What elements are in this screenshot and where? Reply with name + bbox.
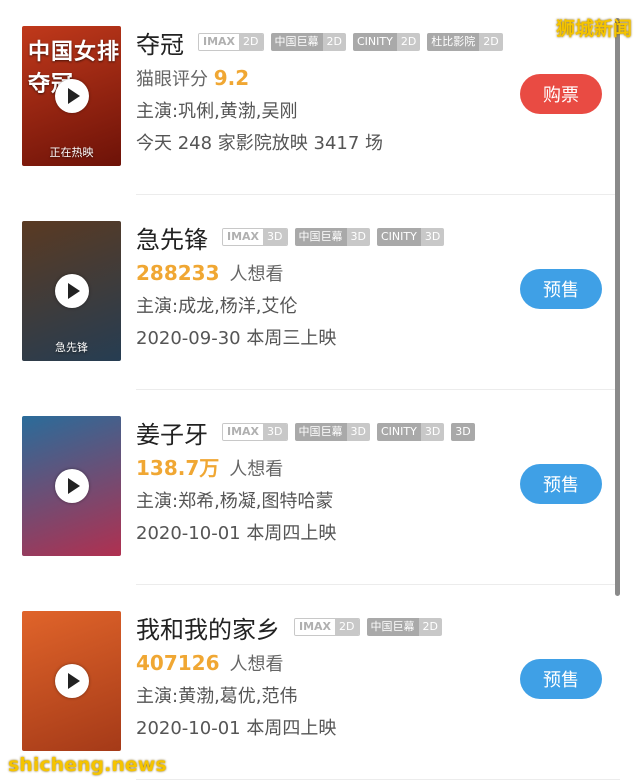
format-tag-left: CINITY: [376, 423, 421, 441]
format-tag-right: 2D: [396, 33, 421, 51]
scrollbar[interactable]: [615, 18, 620, 596]
watermark-top: 狮城新闻: [555, 18, 632, 40]
format-tag-right: 3D: [420, 228, 445, 246]
movie-item[interactable]: 急先锋 急先锋 IMAX 3D 中国巨幕 3D CINITY 3D 288233 人想看 主演:成龙…: [0, 195, 642, 390]
format-tag-left: 中国巨幕: [366, 618, 419, 636]
format-tag: 中国巨幕 2D: [270, 33, 346, 51]
want-count: 138.7万: [136, 456, 220, 480]
watermark-bottom: shicheng.news: [8, 754, 167, 776]
movie-item[interactable]: 我和我的家乡 IMAX 2D 中国巨幕 2D 407126 人想看 主演:黄渤,葛优,范伟 20…: [0, 585, 642, 780]
format-tag-right: 3D: [263, 424, 287, 440]
format-tags: IMAX 3D 中国巨幕 3D CINITY 3D: [222, 228, 451, 246]
format-tag: 杜比影院 2D: [427, 33, 503, 51]
movie-title[interactable]: 急先锋: [136, 220, 208, 255]
format-tag: CINITY 3D: [376, 228, 445, 246]
presale-button[interactable]: 预售: [520, 659, 602, 699]
movie-title[interactable]: 夺冠: [136, 25, 184, 60]
format-tag-right: 3D: [346, 423, 370, 441]
presale-button[interactable]: 预售: [520, 464, 602, 504]
format-tag: CINITY 2D: [352, 33, 421, 51]
format-tag-left: 中国巨幕: [294, 228, 347, 246]
format-tag: IMAX 2D: [294, 618, 360, 636]
score-row: 猫眼评分 9.2: [136, 60, 512, 96]
format-tag: CINITY 3D: [376, 423, 445, 441]
want-row: 288233 人想看: [136, 255, 512, 291]
format-tag: 中国巨幕 3D: [294, 228, 370, 246]
movie-item[interactable]: 中国女排 夺冠 正在热映 夺冠 IMAX 2D 中国巨幕 2D CINITY 2D 杜比影院 2D 猫…: [0, 0, 642, 195]
want-label: 人想看: [229, 654, 284, 675]
format-tags: IMAX 3D 中国巨幕 3D CINITY 3D 3D: [222, 423, 482, 441]
format-tag-right: 2D: [322, 33, 346, 51]
cast-line: 主演:郑希,杨凝,图特哈蒙: [136, 491, 334, 512]
cast-line: 主演:黄渤,葛优,范伟: [136, 686, 298, 707]
format-tag-left: 中国巨幕: [270, 33, 323, 51]
play-icon[interactable]: [55, 79, 89, 113]
title-row: 夺冠 IMAX 2D 中国巨幕 2D CINITY 2D 杜比影院 2D: [136, 24, 512, 60]
movie-info: 我和我的家乡 IMAX 2D 中国巨幕 2D 407126 人想看 主演:黄渤,葛优,范伟 20…: [136, 609, 512, 745]
format-tag-left: IMAX: [223, 424, 264, 440]
play-icon[interactable]: [55, 274, 89, 308]
movie-list: 中国女排 夺冠 正在热映 夺冠 IMAX 2D 中国巨幕 2D CINITY 2D 杜比影院 2D 猫…: [0, 0, 642, 780]
play-icon[interactable]: [55, 664, 89, 698]
format-tag: 中国巨幕 3D: [294, 423, 370, 441]
movie-poster[interactable]: [22, 416, 121, 556]
showtime-line: 2020-09-30 本周三上映: [136, 328, 337, 349]
showtime-line: 2020-10-01 本周四上映: [136, 523, 337, 544]
format-tag-right: 2D: [239, 34, 263, 50]
format-tag: IMAX 2D: [198, 33, 264, 51]
movie-title[interactable]: 我和我的家乡: [136, 610, 280, 645]
score-label: 猫眼评分: [136, 69, 208, 90]
want-row: 407126 人想看: [136, 645, 512, 681]
format-tags: IMAX 2D 中国巨幕 2D CINITY 2D 杜比影院 2D: [198, 33, 510, 51]
movie-info: 夺冠 IMAX 2D 中国巨幕 2D CINITY 2D 杜比影院 2D 猫眼评分 9.2 主演:巩…: [136, 24, 512, 160]
title-row: 我和我的家乡 IMAX 2D 中国巨幕 2D: [136, 609, 512, 645]
cast-line: 主演:巩俐,黄渤,吴刚: [136, 101, 298, 122]
format-tag-left: IMAX: [295, 619, 336, 635]
want-label: 人想看: [229, 459, 284, 480]
title-row: 急先锋 IMAX 3D 中国巨幕 3D CINITY 3D: [136, 219, 512, 255]
format-tag: IMAX 3D: [222, 423, 288, 441]
divider: [136, 779, 620, 780]
format-tag: IMAX 3D: [222, 228, 288, 246]
format-tag-right: 2D: [479, 33, 503, 51]
format-tag-left: CINITY: [352, 33, 397, 51]
poster-caption: 急先锋: [55, 341, 88, 354]
format-tag-right: 3D: [263, 229, 287, 245]
cast-line: 主演:成龙,杨洋,艾伦: [136, 296, 298, 317]
want-count: 407126: [136, 651, 220, 675]
format-tag-left: 3D: [451, 423, 475, 441]
movie-title[interactable]: 姜子牙: [136, 415, 208, 450]
format-tag-right: 2D: [418, 618, 442, 636]
presale-button[interactable]: 预售: [520, 269, 602, 309]
format-tag-right: 2D: [335, 619, 359, 635]
format-tag-right: 3D: [346, 228, 370, 246]
buy-ticket-button[interactable]: 购票: [520, 74, 602, 114]
movie-info: 急先锋 IMAX 3D 中国巨幕 3D CINITY 3D 288233 人想看 主演:成龙,杨洋…: [136, 219, 512, 355]
movie-poster[interactable]: 急先锋: [22, 221, 121, 361]
want-count: 288233: [136, 261, 220, 285]
format-tag-left: 杜比影院: [427, 33, 480, 51]
movie-item[interactable]: 姜子牙 IMAX 3D 中国巨幕 3D CINITY 3D 3D 138.7万 人想看 主演:郑希,…: [0, 390, 642, 585]
format-tag-right: 3D: [420, 423, 445, 441]
format-tag: 中国巨幕 2D: [366, 618, 442, 636]
title-row: 姜子牙 IMAX 3D 中国巨幕 3D CINITY 3D 3D: [136, 414, 512, 450]
poster-caption: 正在热映: [49, 146, 94, 159]
format-tags: IMAX 2D 中国巨幕 2D: [294, 618, 449, 636]
movie-info: 姜子牙 IMAX 3D 中国巨幕 3D CINITY 3D 3D 138.7万 人想看 主演:郑希,…: [136, 414, 512, 550]
format-tag-left: IMAX: [223, 229, 264, 245]
want-row: 138.7万 人想看: [136, 450, 512, 486]
want-label: 人想看: [229, 264, 284, 285]
format-tag-left: CINITY: [376, 228, 421, 246]
format-tag-left: IMAX: [199, 34, 240, 50]
score-value: 9.2: [213, 66, 250, 90]
movie-poster[interactable]: 中国女排 夺冠 正在热映: [22, 26, 121, 166]
format-tag-left: 中国巨幕: [294, 423, 347, 441]
play-icon[interactable]: [55, 469, 89, 503]
showtime-line: 2020-10-01 本周四上映: [136, 718, 337, 739]
showtime-line: 今天 248 家影院放映 3417 场: [136, 133, 384, 154]
movie-poster[interactable]: [22, 611, 121, 751]
format-tag: 3D: [451, 423, 475, 441]
